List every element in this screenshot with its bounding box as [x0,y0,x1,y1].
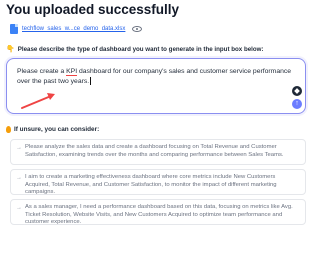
page-title: You uploaded successfully [6,2,180,17]
prompt-instruction: 👇 Please describe the type of dashboard … [6,45,264,54]
suggestion-arrow-icon: → [16,175,22,181]
consider-heading: If unsure, you can consider: [6,126,99,133]
red-arrow-annotation [21,93,55,109]
suggestion-item-1[interactable]: → Please analyze the sales data and crea… [10,139,306,165]
send-button[interactable]: ↑ [292,99,302,109]
excel-file-icon [10,24,18,34]
suggestion-text-2: I aim to create a marketing effectivenes… [25,174,277,195]
text-caret [90,76,92,85]
suggestion-item-2[interactable]: → I aim to create a marketing effectiven… [10,169,306,195]
magic-icon[interactable] [292,86,302,96]
consider-heading-text: If unsure, you can consider: [14,126,100,133]
suggestion-text-1: Please analyze the sales data and create… [25,144,284,158]
lightbulb-icon [6,126,11,133]
spellcheck-word-kpi: KPI [66,68,78,76]
suggestion-arrow-icon: → [16,205,22,211]
pointing-hand-icon: 👇 [6,46,15,53]
prompt-text-start: Please create a [17,68,67,75]
suggestion-arrow-icon: → [16,145,22,151]
send-arrow-icon: ↑ [295,100,299,107]
file-name-link[interactable]: techflow_sales_w...ce_demo_data.xlsx [22,26,125,32]
prompt-input-text[interactable]: Please create a KPI dashboard for our co… [17,67,302,86]
suggestion-item-3[interactable]: → As a sales manager, I need a performan… [10,199,306,225]
suggestion-text-3: As a sales manager, I need a performance… [25,204,293,225]
prompt-instruction-text: Please describe the type of dashboard yo… [17,45,264,53]
uploaded-file-chip[interactable]: techflow_sales_w...ce_demo_data.xlsx [10,24,143,34]
eye-icon[interactable] [132,26,143,32]
